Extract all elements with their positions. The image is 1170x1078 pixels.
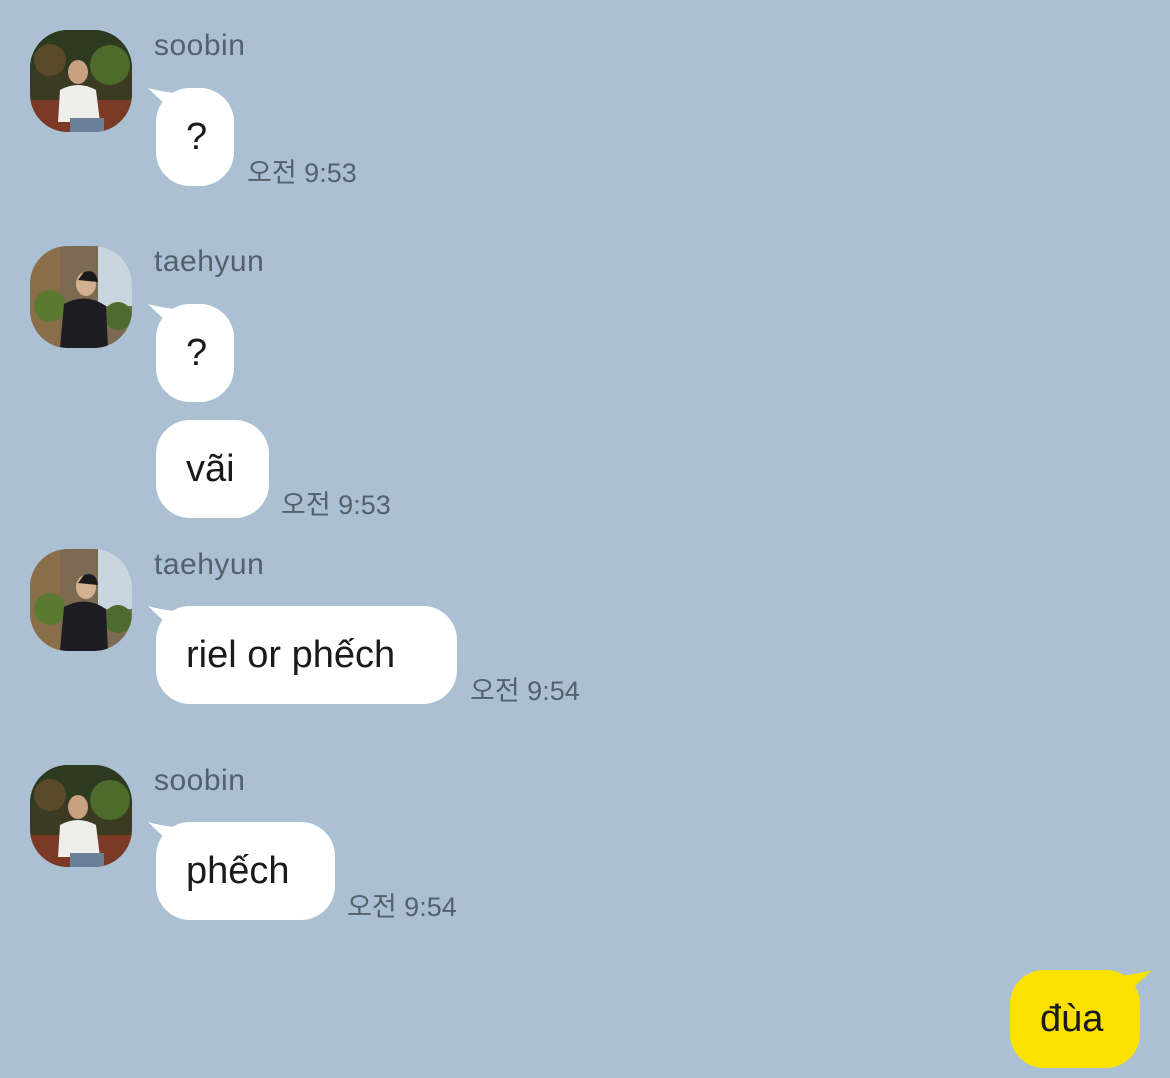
message-bubble[interactable]: ? bbox=[156, 88, 234, 186]
message-bubble[interactable]: ? bbox=[156, 304, 234, 402]
sender-name: taehyun bbox=[154, 245, 265, 278]
profile-photo-icon bbox=[30, 765, 132, 867]
message-time: 오전 9:54 bbox=[470, 676, 580, 706]
outgoing-message-bubble[interactable]: đùa bbox=[1010, 970, 1140, 1068]
message-time: 오전 9:54 bbox=[347, 892, 457, 922]
sender-name: taehyun bbox=[154, 548, 265, 581]
message-bubble[interactable]: vãi bbox=[156, 420, 269, 518]
avatar-soobin[interactable] bbox=[30, 765, 132, 867]
profile-photo-icon bbox=[30, 246, 132, 348]
avatar-taehyun[interactable] bbox=[30, 246, 132, 348]
sender-name: soobin bbox=[154, 764, 246, 797]
profile-photo-icon bbox=[30, 549, 132, 651]
message-bubble[interactable]: phếch bbox=[156, 822, 335, 920]
avatar-taehyun[interactable] bbox=[30, 549, 132, 651]
profile-photo-icon bbox=[30, 30, 132, 132]
message-time: 오전 9:53 bbox=[281, 490, 391, 520]
message-bubble[interactable]: riel or phếch bbox=[156, 606, 457, 704]
sender-name: soobin bbox=[154, 29, 246, 62]
avatar-soobin[interactable] bbox=[30, 30, 132, 132]
message-time: 오전 9:53 bbox=[247, 158, 357, 188]
